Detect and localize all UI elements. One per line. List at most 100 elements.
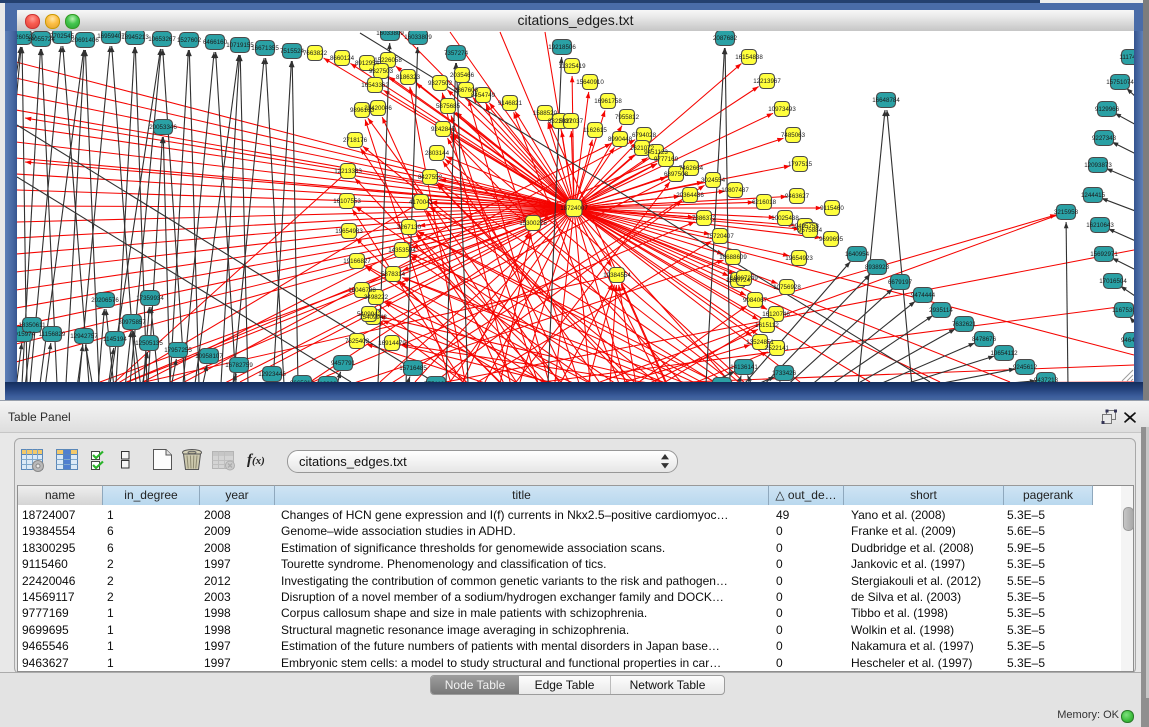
svg-text:18945213: 18945213 (121, 34, 149, 41)
svg-text:7751120: 7751120 (424, 381, 448, 382)
svg-text:14353594: 14353594 (388, 247, 416, 254)
svg-text:9777169: 9777169 (654, 156, 679, 163)
svg-text:7515524: 7515524 (280, 48, 305, 55)
svg-text:9463627: 9463627 (785, 193, 810, 200)
svg-text:9146821: 9146821 (498, 100, 523, 107)
svg-text:7625402: 7625402 (345, 338, 370, 345)
svg-text:10025438: 10025438 (771, 215, 799, 222)
svg-text:1640954: 1640954 (845, 251, 870, 258)
svg-text:18724007: 18724007 (560, 205, 588, 212)
svg-text:5878314: 5878314 (381, 271, 406, 278)
svg-text:8938923: 8938923 (865, 264, 890, 271)
svg-text:10756928: 10756928 (773, 284, 801, 291)
svg-text:8990448: 8990448 (608, 136, 633, 143)
svg-text:16107553: 16107553 (333, 198, 361, 205)
svg-text:3024554: 3024554 (701, 177, 726, 184)
svg-text:15226058: 15226058 (374, 57, 402, 64)
svg-text:10958107: 10958107 (195, 353, 223, 360)
svg-text:10688609: 10688609 (719, 254, 747, 261)
svg-text:16543362: 16543362 (361, 82, 389, 89)
svg-text:10807487: 10807487 (721, 187, 749, 194)
svg-text:1797515: 1797515 (788, 161, 813, 168)
svg-text:1145194: 1145194 (103, 336, 127, 343)
svg-text:9245612: 9245612 (1013, 364, 1038, 371)
svg-text:9464521: 9464521 (1121, 337, 1134, 344)
svg-text:15692971: 15692971 (1090, 251, 1118, 258)
svg-text:2935114: 2935114 (929, 307, 953, 314)
svg-text:17016504: 17016504 (1099, 278, 1127, 285)
svg-text:15300275: 15300275 (519, 220, 547, 227)
svg-text:8427552: 8427552 (418, 174, 443, 181)
svg-text:1244415: 1244415 (1081, 192, 1106, 199)
svg-text:2522141: 2522141 (765, 345, 790, 352)
svg-text:11325419: 11325419 (558, 63, 586, 70)
svg-text:7663822: 7663822 (303, 50, 328, 57)
svg-text:20053346: 20053346 (149, 124, 177, 131)
svg-text:10973493: 10973493 (768, 106, 796, 113)
svg-text:2803144: 2803144 (425, 150, 450, 157)
svg-text:5409942: 5409942 (357, 311, 382, 318)
svg-text:16033809: 16033809 (376, 31, 404, 37)
svg-text:3267130: 3267130 (397, 224, 422, 231)
svg-text:6216018: 6216018 (752, 199, 777, 206)
svg-text:19166827: 19166827 (343, 258, 371, 265)
svg-text:12093873: 12093873 (1084, 162, 1112, 169)
svg-text:17957255: 17957255 (164, 347, 192, 354)
svg-text:2718176: 2718176 (343, 137, 368, 144)
svg-text:20691406: 20691406 (71, 37, 99, 44)
svg-text:16120746: 16120746 (762, 311, 790, 318)
svg-text:16961758: 16961758 (594, 98, 622, 105)
svg-text:8122321: 8122321 (316, 381, 341, 382)
svg-text:7386372: 7386372 (692, 215, 717, 222)
svg-text:15716485: 15716485 (399, 365, 427, 372)
svg-text:10654112: 10654112 (990, 350, 1018, 357)
svg-text:11156829: 11156829 (39, 331, 66, 338)
svg-text:3498222: 3498222 (364, 294, 389, 301)
svg-text:16154838: 16154838 (735, 54, 763, 61)
svg-text:6794028: 6794028 (632, 132, 657, 139)
svg-text:15640910: 15640910 (576, 79, 604, 86)
svg-text:7462664: 7462664 (679, 165, 704, 172)
svg-text:1527602: 1527602 (177, 37, 202, 44)
svg-text:9327503: 9327503 (369, 68, 394, 75)
svg-text:12213383: 12213383 (334, 168, 362, 175)
svg-text:8454749: 8454749 (471, 92, 496, 99)
svg-text:19384554: 19384554 (603, 272, 631, 279)
svg-text:8186323: 8186323 (396, 74, 421, 81)
svg-text:12505135: 12505135 (135, 340, 163, 347)
svg-text:9227343: 9227343 (1092, 135, 1117, 142)
svg-text:12213967: 12213967 (753, 78, 781, 85)
svg-text:6679197: 6679197 (888, 279, 913, 286)
svg-text:20206576: 20206576 (91, 297, 119, 304)
svg-text:15720407: 15720407 (706, 233, 734, 240)
svg-text:9129966: 9129966 (1095, 106, 1120, 113)
svg-text:16782759: 16782759 (225, 362, 253, 369)
svg-text:15751074: 15751074 (1106, 79, 1134, 86)
svg-text:9115460: 9115460 (820, 205, 844, 212)
svg-text:9665214: 9665214 (290, 380, 315, 382)
svg-text:16033809: 16033809 (404, 34, 432, 41)
svg-text:1588520: 1588520 (533, 110, 558, 117)
svg-text:9451123: 9451123 (644, 149, 668, 156)
svg-text:16671355: 16671355 (251, 45, 279, 52)
svg-text:16046788: 16046788 (348, 287, 376, 294)
svg-text:9699695: 9699695 (819, 236, 844, 243)
svg-text:9327502: 9327502 (428, 80, 453, 87)
svg-text:2087682: 2087682 (713, 35, 738, 42)
svg-text:10719155: 10719155 (226, 42, 254, 49)
svg-text:9084067: 9084067 (743, 297, 768, 304)
svg-text:18350611: 18350611 (18, 322, 46, 329)
svg-text:3915974: 3915974 (17, 331, 36, 338)
svg-text:9575884: 9575884 (798, 227, 823, 234)
svg-text:9457791: 9457791 (331, 360, 356, 367)
svg-text:16914479: 16914479 (378, 340, 406, 347)
svg-text:9242845: 9242845 (431, 126, 456, 133)
svg-text:19654923: 19654923 (785, 255, 813, 262)
svg-text:30975857: 30975857 (118, 319, 146, 326)
svg-text:18807249: 18807249 (730, 275, 758, 282)
svg-text:16210643: 16210643 (1086, 222, 1114, 229)
svg-text:10653267: 10653267 (148, 36, 176, 43)
svg-text:1733426: 1733426 (772, 370, 797, 377)
svg-text:12923446: 12923446 (258, 371, 286, 378)
svg-text:16648784: 16648784 (872, 97, 900, 104)
